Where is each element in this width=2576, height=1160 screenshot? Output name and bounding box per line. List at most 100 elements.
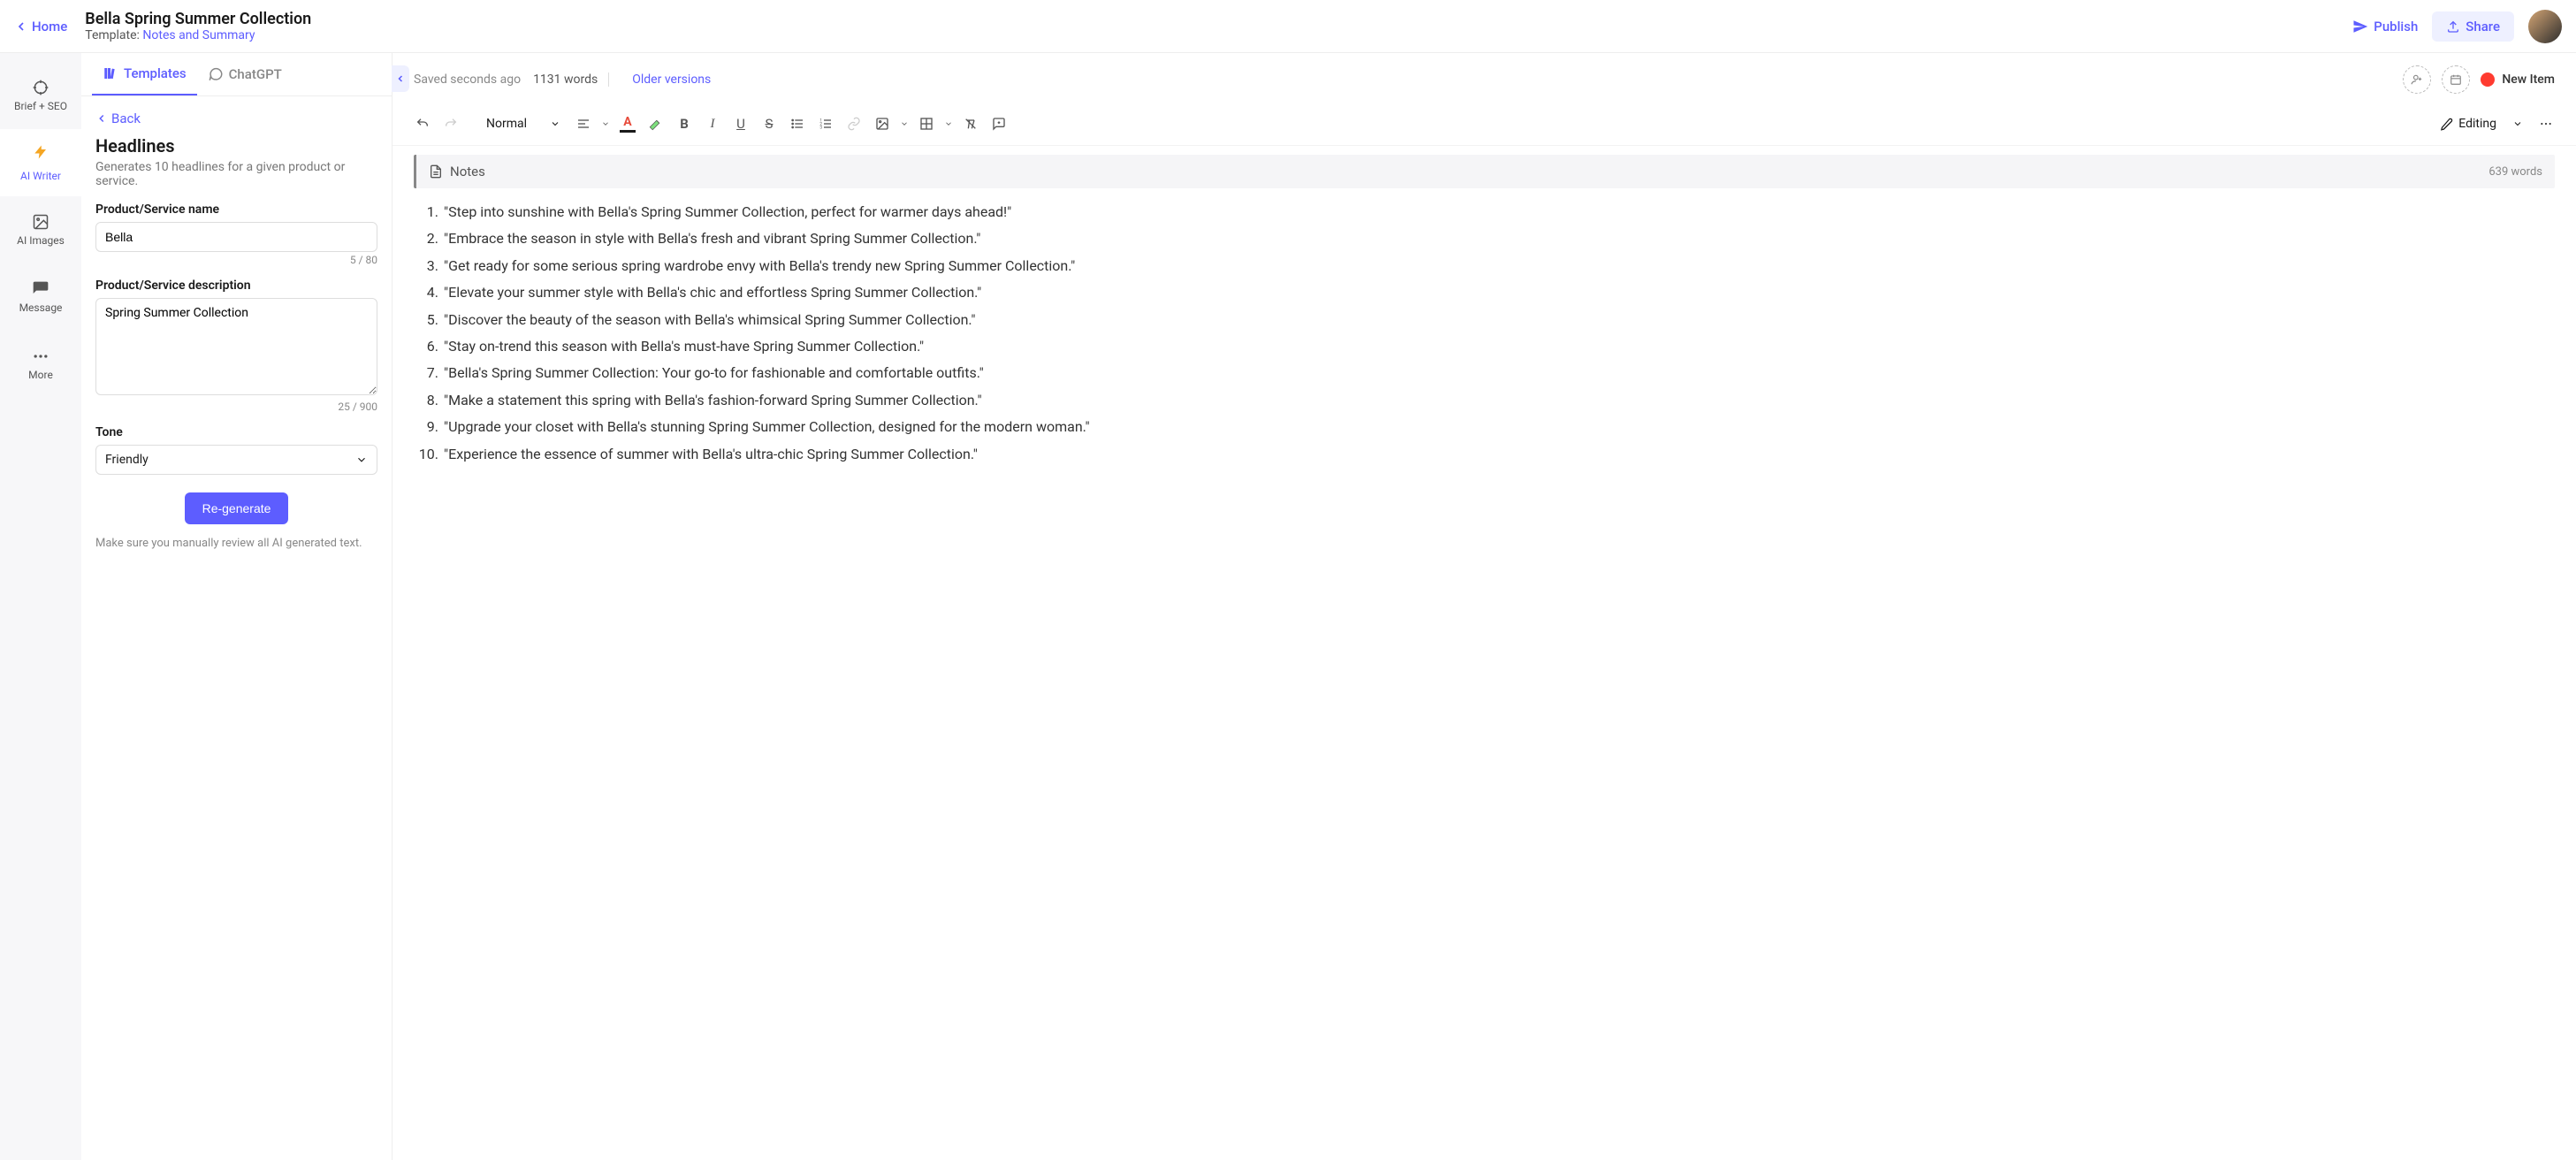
share-label: Share [2465, 19, 2500, 34]
section-title: Headlines [95, 135, 377, 156]
editing-label: Editing [2458, 117, 2496, 131]
bold-icon: B [680, 116, 689, 132]
tab-templates[interactable]: Templates [92, 53, 197, 95]
clear-format-icon [964, 117, 978, 131]
name-input[interactable] [95, 222, 377, 252]
share-button[interactable]: Share [2432, 11, 2514, 42]
italic-button[interactable]: I [700, 111, 725, 136]
text-color-button[interactable]: A [615, 115, 640, 133]
bullet-list-icon [790, 117, 804, 131]
chevron-down-icon [900, 119, 909, 128]
image-icon [32, 213, 50, 231]
headline-row[interactable]: 9. "Upgrade your closet with Bella's stu… [417, 414, 2551, 440]
tab-label: ChatGPT [229, 66, 282, 82]
list-number: 3. [417, 253, 438, 279]
desc-counter: 25 / 900 [95, 401, 377, 413]
user-plus-icon [2411, 73, 2423, 86]
notes-title: Notes [450, 164, 485, 179]
undo-button[interactable] [410, 111, 435, 136]
headline-row[interactable]: 1. "Step into sunshine with Bella's Spri… [417, 199, 2551, 225]
desc-input[interactable] [95, 298, 377, 395]
headline-text: "Stay on-trend this season with Bella's … [444, 333, 924, 360]
editor-toolbar: Normal A B I U S 123 [392, 106, 2576, 146]
image-dropdown[interactable] [898, 111, 911, 136]
publish-button[interactable]: Publish [2352, 19, 2418, 34]
table-dropdown[interactable] [942, 111, 955, 136]
editor-content[interactable]: 1. "Step into sunshine with Bella's Spri… [392, 199, 2576, 489]
align-dropdown[interactable] [599, 111, 612, 136]
nav-label: More [28, 369, 53, 381]
headline-text: "Make a statement this spring with Bella… [444, 387, 982, 414]
undo-icon [415, 117, 430, 131]
template-link[interactable]: Notes and Summary [142, 28, 255, 42]
bullet-list-button[interactable] [785, 111, 810, 136]
chevron-left-icon [395, 73, 406, 84]
headline-row[interactable]: 4. "Elevate your summer style with Bella… [417, 279, 2551, 306]
notes-word-count: 639 words [2488, 165, 2542, 179]
chevron-down-icon [944, 119, 953, 128]
add-date-button[interactable] [2442, 65, 2470, 94]
chevron-left-icon [14, 19, 28, 34]
nav-message[interactable]: Message [0, 263, 81, 331]
bold-button[interactable]: B [672, 111, 697, 136]
document-title: Bella Spring Summer Collection [85, 10, 2352, 28]
link-icon [847, 117, 861, 131]
numbered-list-icon: 123 [819, 117, 833, 131]
nav-more[interactable]: More [0, 331, 81, 398]
headline-row[interactable]: 6. "Stay on-trend this season with Bella… [417, 333, 2551, 360]
list-number: 10. [417, 441, 438, 468]
older-versions-link[interactable]: Older versions [632, 72, 711, 87]
chevron-left-icon [95, 112, 108, 125]
numbered-list-button[interactable]: 123 [813, 111, 838, 136]
nav-brief-seo[interactable]: Brief + SEO [0, 62, 81, 129]
table-button[interactable] [914, 111, 939, 136]
regenerate-button[interactable]: Re-generate [185, 492, 289, 524]
italic-icon: I [711, 117, 715, 132]
image-button[interactable] [870, 111, 895, 136]
text-style-select[interactable]: Normal [479, 113, 568, 134]
back-label: Back [111, 111, 141, 126]
underline-button[interactable]: U [728, 111, 753, 136]
headline-row[interactable]: 7. "Bella's Spring Summer Collection: Yo… [417, 360, 2551, 386]
tone-field-label: Tone [95, 425, 377, 439]
home-link[interactable]: Home [14, 19, 67, 34]
comment-button[interactable] [987, 111, 1011, 136]
headline-text: "Embrace the season in style with Bella'… [444, 225, 980, 252]
strikethrough-button[interactable]: S [757, 111, 781, 136]
align-button[interactable] [571, 111, 596, 136]
highlight-button[interactable] [644, 111, 668, 136]
list-number: 1. [417, 199, 438, 225]
redo-button[interactable] [438, 111, 463, 136]
back-button[interactable]: Back [95, 111, 377, 126]
clear-format-button[interactable] [958, 111, 983, 136]
image-icon [875, 117, 889, 131]
editor-status-bar: Saved seconds ago 1131 words Older versi… [392, 53, 2576, 106]
add-user-button[interactable] [2403, 65, 2431, 94]
tab-chatgpt[interactable]: ChatGPT [197, 53, 293, 95]
headline-row[interactable]: 10. "Experience the essence of summer wi… [417, 441, 2551, 468]
new-item-status[interactable]: New Item [2481, 72, 2555, 87]
template-line: Template: Notes and Summary [85, 28, 2352, 42]
editing-mode-select[interactable]: Editing [2433, 113, 2530, 134]
nav-ai-images[interactable]: AI Images [0, 196, 81, 263]
tone-select[interactable]: Friendly [95, 445, 377, 475]
headline-row[interactable]: 8. "Make a statement this spring with Be… [417, 387, 2551, 414]
chevron-down-icon [601, 119, 610, 128]
headline-row[interactable]: 3. "Get ready for some serious spring wa… [417, 253, 2551, 279]
nav-label: AI Writer [20, 170, 61, 182]
review-note: Make sure you manually review all AI gen… [95, 537, 377, 550]
title-block: Bella Spring Summer Collection Template:… [85, 10, 2352, 42]
nav-ai-writer[interactable]: AI Writer [0, 129, 81, 196]
avatar[interactable] [2528, 10, 2562, 43]
link-button[interactable] [842, 111, 866, 136]
collapse-panel-button[interactable] [392, 65, 409, 92]
headline-row[interactable]: 5. "Discover the beauty of the season wi… [417, 307, 2551, 333]
toolbar-more-button[interactable] [2534, 111, 2558, 136]
chevron-down-icon [355, 454, 368, 466]
headline-row[interactable]: 2. "Embrace the season in style with Bel… [417, 225, 2551, 252]
divider [608, 72, 609, 87]
notes-title-wrap: Notes [429, 164, 485, 179]
nav-label: AI Images [17, 234, 65, 247]
send-icon [2352, 19, 2368, 34]
nav-label: Message [19, 301, 63, 314]
